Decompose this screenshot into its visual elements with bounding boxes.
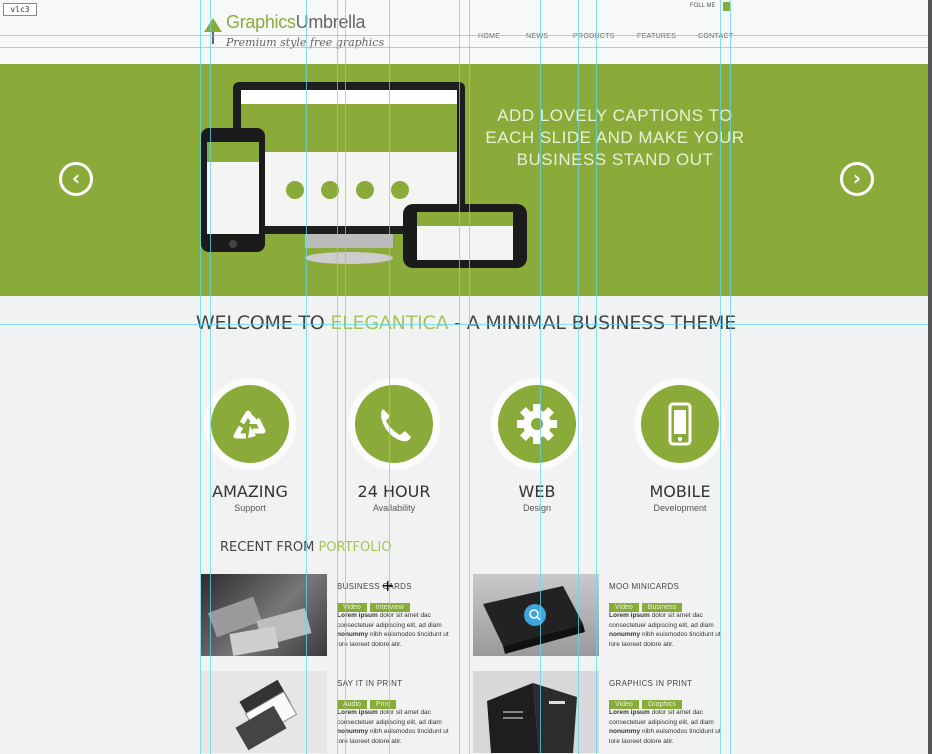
- portfolio-item-excerpt: Lorem ipsum dolor sit amet dac consectet…: [337, 611, 449, 649]
- slider-prev-button[interactable]: ‹: [59, 162, 93, 196]
- guide-line-vertical[interactable]: [578, 0, 579, 754]
- portfolio-thumbnail[interactable]: [473, 574, 599, 656]
- feature-title: MOBILE: [649, 482, 711, 501]
- guide-line-vertical[interactable]: [337, 0, 338, 754]
- gear-icon: [517, 404, 557, 444]
- excerpt-bold: nonummy: [609, 728, 641, 735]
- welcome-suffix: - A MINIMAL BUSINESS THEME: [448, 312, 737, 334]
- slide-caption: ADD LOVELY CAPTIONS TO EACH SLIDE AND MA…: [470, 105, 760, 171]
- excerpt-bold: nonummy: [337, 728, 369, 735]
- guide-line-horizontal[interactable]: [0, 35, 932, 36]
- guide-line-vertical[interactable]: [459, 0, 460, 754]
- excerpt-bold: nonummy: [337, 631, 369, 638]
- guide-line-vertical[interactable]: [540, 0, 541, 754]
- corner-badge: vlc3: [3, 3, 37, 16]
- guide-line-vertical[interactable]: [596, 0, 597, 754]
- guide-line-vertical[interactable]: [306, 0, 307, 754]
- portfolio-item-title[interactable]: BUSINESS CARDS: [337, 582, 412, 591]
- slide-caption-line: EACH SLIDE AND MAKE YOUR: [485, 128, 745, 147]
- portfolio-item-excerpt: Lorem ipsum dolor sit amet dac consectet…: [337, 708, 449, 746]
- moo-minicards-image: [483, 586, 585, 654]
- feature-subtitle: Support: [234, 503, 266, 513]
- logo-part-graphics: Graphics: [226, 12, 296, 32]
- slider-next-button[interactable]: ›: [840, 162, 874, 196]
- portfolio-item-title[interactable]: GRAPHICS IN PRINT: [609, 679, 692, 688]
- guide-line-vertical[interactable]: [389, 0, 390, 754]
- mobile-icon: [668, 402, 692, 446]
- crosshair-cursor-icon: +: [381, 576, 395, 595]
- recycle-icon: [233, 410, 266, 439]
- guide-line-horizontal[interactable]: [0, 47, 932, 48]
- window-edge: [928, 0, 932, 754]
- guide-line-vertical[interactable]: [469, 0, 470, 754]
- feature-title: 24 HOUR: [357, 482, 431, 501]
- portfolio-thumbnail[interactable]: [473, 671, 599, 753]
- welcome-heading: WELCOME TO ELEGANTICA - A MINIMAL BUSINE…: [0, 312, 932, 334]
- guide-line-vertical[interactable]: [720, 0, 721, 754]
- slide-caption-line: BUSINESS STAND OUT: [516, 150, 714, 169]
- business-cards-image: [208, 596, 312, 656]
- graphics-in-print-image: [487, 683, 577, 753]
- excerpt-bold: nonummy: [609, 631, 641, 638]
- say-it-in-print-image: [235, 679, 298, 751]
- feature-title: WEB: [518, 482, 556, 501]
- portfolio-item-excerpt: Lorem ipsum dolor sit amet dac consectet…: [609, 611, 721, 649]
- follow-me-link[interactable]: FOLL ME: [690, 3, 715, 9]
- feature-subtitle: Design: [522, 503, 551, 513]
- guide-line-horizontal[interactable]: [0, 324, 932, 325]
- portfolio-thumbnail[interactable]: [201, 574, 327, 656]
- portfolio-thumbnail[interactable]: [201, 671, 327, 753]
- feature-subtitle: Development: [653, 503, 707, 513]
- site-header: [0, 0, 932, 64]
- follow-flag-icon[interactable]: [723, 2, 730, 11]
- feature-title: AMAZING: [212, 482, 288, 501]
- umbrella-tree-logo-icon: [204, 18, 222, 44]
- welcome-prefix: WELCOME TO: [195, 312, 331, 334]
- portfolio-heading-highlight: PORTFOLIO: [318, 540, 392, 555]
- portfolio-item-excerpt: Lorem ipsum dolor sit amet dac consectet…: [609, 708, 721, 746]
- portfolio-item-title[interactable]: SAY IT IN PRINT: [337, 679, 402, 688]
- portfolio-item-title[interactable]: MOO MINICARDS: [609, 582, 679, 591]
- phone-icon: [381, 409, 411, 442]
- excerpt-bold: Lorem ipsum: [337, 709, 378, 716]
- portfolio-heading-prefix: RECENT FROM: [220, 540, 319, 555]
- guide-line-vertical[interactable]: [730, 0, 731, 754]
- excerpt-bold: Lorem ipsum: [609, 612, 650, 619]
- excerpt-bold: Lorem ipsum: [337, 612, 378, 619]
- guide-line-vertical[interactable]: [345, 0, 346, 754]
- excerpt-bold: Lorem ipsum: [609, 709, 650, 716]
- guide-line-vertical[interactable]: [200, 0, 201, 754]
- feature-subtitle: Availability: [372, 503, 416, 513]
- guide-line-vertical[interactable]: [210, 0, 211, 754]
- slide-caption-line: ADD LOVELY CAPTIONS TO: [497, 106, 733, 125]
